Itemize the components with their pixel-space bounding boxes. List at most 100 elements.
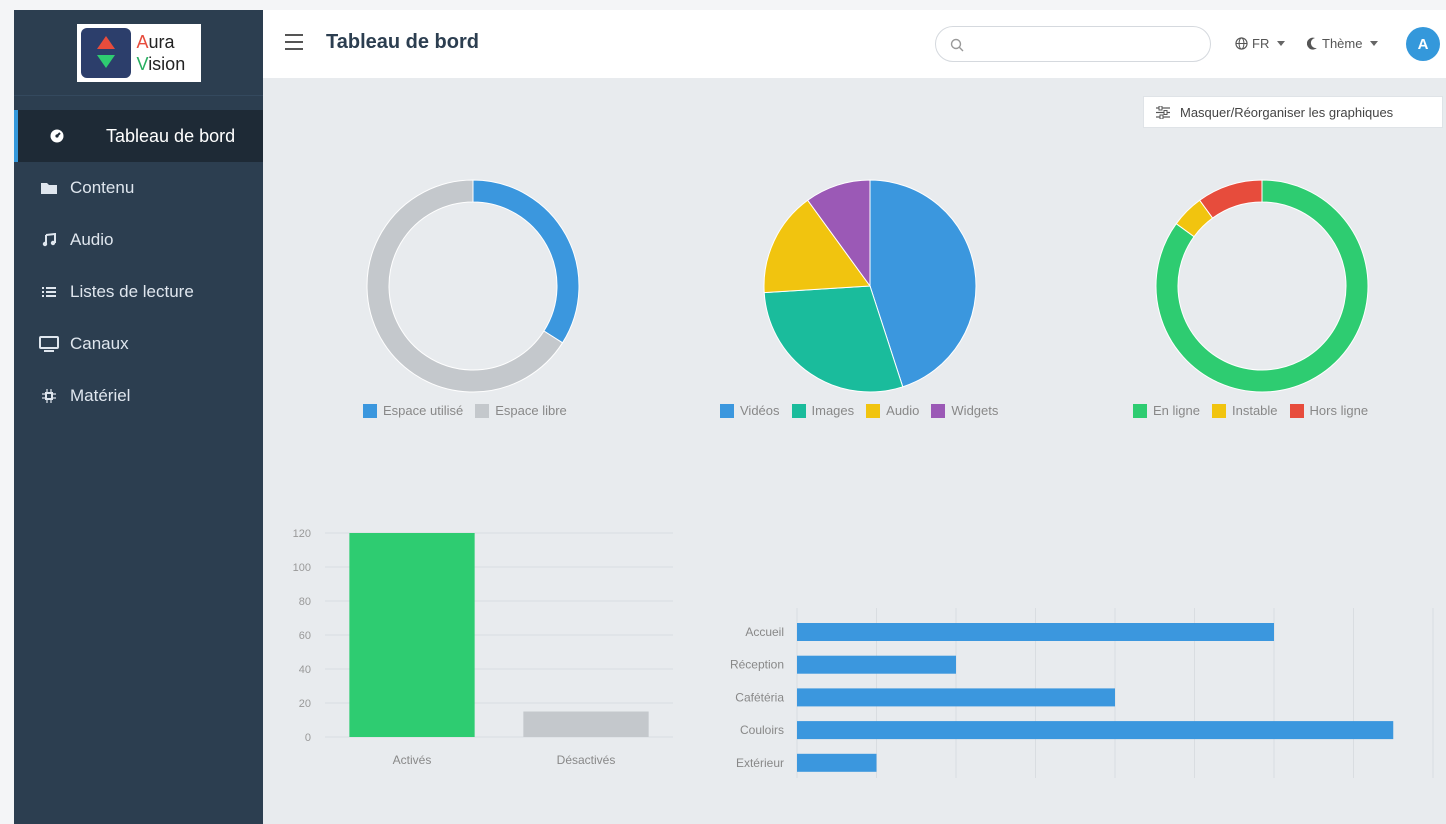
page-title: Tableau de bord xyxy=(326,31,479,53)
list-icon xyxy=(38,283,60,301)
bar-reception[interactable] xyxy=(797,655,956,674)
y-tick-label: 80 xyxy=(299,596,311,608)
legend-label: Espace libre xyxy=(495,403,567,418)
legend-swatch xyxy=(720,403,734,418)
legend-item-videos[interactable]: Vidéos xyxy=(720,403,780,418)
legend-swatch xyxy=(1211,403,1226,418)
y-tick-label: 120 xyxy=(293,528,311,540)
y-category-label: Réception xyxy=(730,658,784,672)
legend-item-espace-libre[interactable]: Espace libre xyxy=(475,403,567,418)
legend-label: Images xyxy=(811,403,855,418)
legend-label: Vidéos xyxy=(740,403,780,418)
storage-doughnut-chart xyxy=(366,179,580,393)
y-category-label: Accueil xyxy=(745,625,784,639)
bar-couloirs[interactable] xyxy=(797,721,1394,740)
sidebar-item-dashboard[interactable]: Tableau de bord xyxy=(14,110,263,162)
legend-item-espace-utilise[interactable]: Espace utilisé xyxy=(363,403,463,418)
y-category-label: Cafétéria xyxy=(735,690,784,704)
legend-label: Espace utilisé xyxy=(383,403,464,418)
chip-icon xyxy=(38,387,60,405)
search-input[interactable] xyxy=(972,35,1192,55)
music-icon xyxy=(38,231,60,249)
search-box xyxy=(935,26,1211,62)
y-category-label: Couloirs xyxy=(740,723,784,737)
menu-toggle-icon[interactable] xyxy=(285,34,303,50)
y-category-label: Extérieur xyxy=(736,756,784,770)
legend-swatch xyxy=(931,403,946,418)
brand-name: Aura Vision xyxy=(136,31,186,74)
y-tick-label: 0 xyxy=(305,732,311,744)
sidebar-item-playlists[interactable]: Listes de lecture xyxy=(14,266,263,318)
legend-swatch xyxy=(791,403,806,418)
location-bar-chart: 0246810121416AccueilRéceptionCafétériaCo… xyxy=(730,608,1434,778)
y-tick-label: 60 xyxy=(299,630,311,642)
legend-item-widgets[interactable]: Widgets xyxy=(931,403,998,418)
status-legend: En ligne Instable Hors ligne xyxy=(1133,403,1368,418)
legend-item-hors-ligne[interactable]: Hors ligne xyxy=(1289,403,1369,418)
legend-item-images[interactable]: Images xyxy=(791,403,855,418)
theme-label: Thème xyxy=(1322,36,1363,51)
legend-label: Instable xyxy=(1231,403,1278,418)
sidebar-item-content[interactable]: Contenu xyxy=(14,162,263,214)
y-tick-label: 20 xyxy=(299,698,311,710)
bar-accueil[interactable] xyxy=(797,623,1274,641)
monitor-icon xyxy=(38,335,60,353)
legend-swatch xyxy=(866,403,881,418)
sidebar-item-label: Listes de lecture xyxy=(70,282,194,301)
slice-hors-ligne[interactable] xyxy=(1198,179,1263,219)
storage-legend: Espace utilisé Espace libre xyxy=(363,403,567,418)
y-tick-label: 40 xyxy=(299,664,311,676)
legend-swatch xyxy=(475,403,490,418)
legend-label: En ligne xyxy=(1153,403,1200,418)
moon-icon xyxy=(1307,37,1317,50)
content-type-legend: Vidéos Images Audio Widgets xyxy=(720,403,998,418)
sidebar-item-label: Tableau de bord xyxy=(106,125,236,146)
x-category-label: Activés xyxy=(393,753,432,767)
sidebar: Aura Vision Tableau de bord Contenu Audi… xyxy=(14,10,263,824)
folder-icon xyxy=(38,179,60,197)
sidebar-item-label: Canaux xyxy=(70,334,129,353)
sliders-icon xyxy=(1156,105,1170,119)
x-category-label: Désactivés xyxy=(557,753,616,767)
sidebar-item-audio[interactable]: Audio xyxy=(14,214,263,266)
dashboard-main: Masquer/Réorganiser les graphiques Espac… xyxy=(263,78,1446,824)
bar-cafeteria[interactable] xyxy=(797,688,1115,707)
avatar[interactable]: A xyxy=(1406,27,1440,61)
legend-swatch xyxy=(1289,403,1304,418)
sidebar-item-channels[interactable]: Canaux xyxy=(14,318,263,370)
sidebar-item-label: Contenu xyxy=(70,178,135,197)
theme-selector[interactable]: Thème xyxy=(1307,36,1379,51)
dashboard-icon xyxy=(46,127,68,145)
bar-desactives[interactable] xyxy=(523,711,649,738)
bar-exterieur[interactable] xyxy=(797,753,877,772)
slice-espace-utilise[interactable] xyxy=(472,179,580,344)
activation-bar-chart: 120 100 80 60 40 20 0 Activés Désactivés xyxy=(293,528,673,767)
legend-label: Widgets xyxy=(951,403,999,418)
logo-mark-icon xyxy=(80,27,131,78)
globe-icon xyxy=(1235,37,1248,50)
top-header: Tableau de bord FR Thème A xyxy=(263,10,1446,78)
legend-item-audio[interactable]: Audio xyxy=(866,403,919,418)
sidebar-item-label: Audio xyxy=(70,230,114,249)
sidebar-item-hardware[interactable]: Matériel xyxy=(14,370,263,422)
legend-swatch xyxy=(1133,403,1147,418)
brand-logo[interactable]: Aura Vision xyxy=(76,23,201,82)
reorganize-label: Masquer/Réorganiser les graphiques xyxy=(1180,104,1394,120)
language-label: FR xyxy=(1252,36,1270,51)
sidebar-nav: Tableau de bord Contenu Audio Listes de … xyxy=(14,110,263,422)
logo-area: Aura Vision xyxy=(14,10,263,96)
legend-label: Audio xyxy=(886,403,920,418)
chevron-down-icon xyxy=(1370,41,1379,46)
content-type-pie-chart xyxy=(763,179,977,393)
sidebar-item-label: Matériel xyxy=(70,386,131,405)
reorganize-charts-button[interactable]: Masquer/Réorganiser les graphiques xyxy=(1143,96,1443,128)
legend-label: Hors ligne xyxy=(1309,403,1369,418)
bar-actives[interactable] xyxy=(349,533,475,737)
legend-swatch xyxy=(363,403,377,418)
legend-item-instable[interactable]: Instable xyxy=(1211,403,1278,418)
legend-item-en-ligne[interactable]: En ligne xyxy=(1133,403,1200,418)
language-selector[interactable]: FR xyxy=(1235,36,1286,51)
y-tick-label: 100 xyxy=(293,562,311,574)
status-doughnut-chart xyxy=(1155,179,1369,393)
chevron-down-icon xyxy=(1277,41,1286,46)
